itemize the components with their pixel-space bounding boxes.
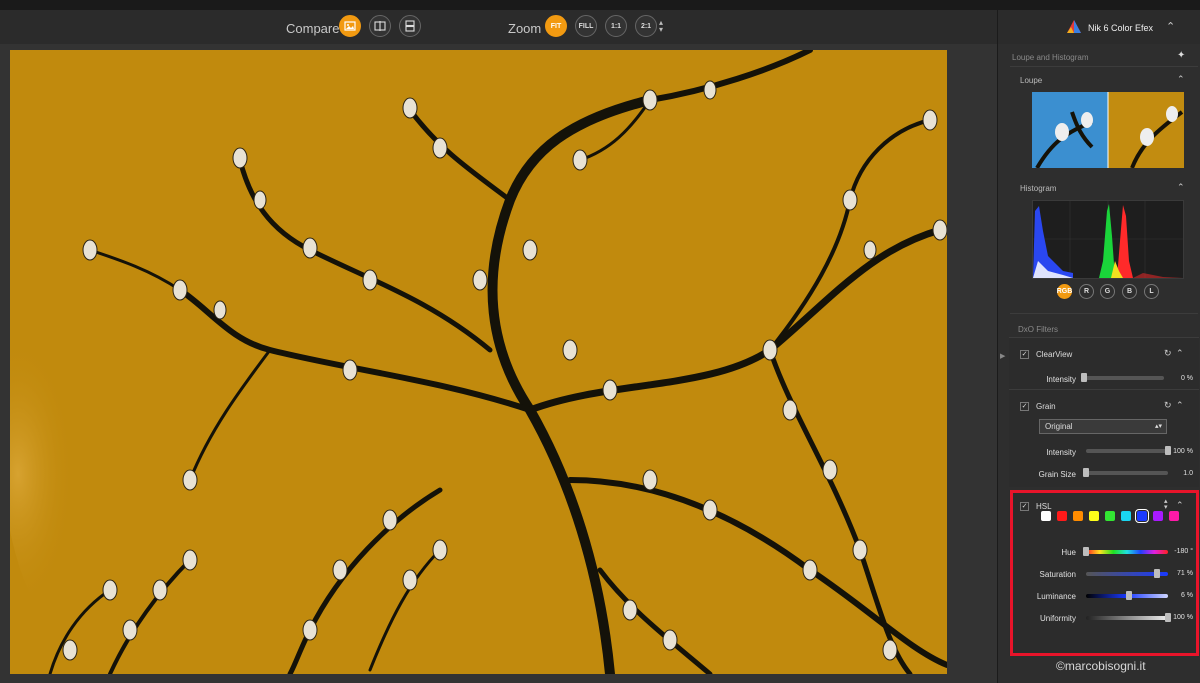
histogram (1032, 200, 1184, 279)
channel-g-button[interactable]: G (1100, 284, 1115, 299)
grain-checkbox[interactable]: ✓ (1020, 402, 1029, 411)
nik-logo-icon (1067, 20, 1081, 33)
loupe-collapse-icon[interactable]: ⌃ (1177, 74, 1185, 85)
clearview-collapse-icon[interactable]: ⌃ (1176, 348, 1184, 359)
grain-size-label: Grain Size (1038, 470, 1076, 479)
channel-r-button[interactable]: R (1079, 284, 1094, 299)
grain-reset-icon[interactable]: ↻ (1164, 400, 1172, 411)
divider (1010, 313, 1198, 314)
divider (1010, 66, 1198, 67)
channel-rgb-button[interactable]: RGB (1057, 284, 1072, 299)
toolbar: Compare Zoom FIT FILL 1:1 2:1 ▴ ▾ (0, 10, 997, 45)
slider-thumb[interactable] (1083, 468, 1089, 477)
histogram-header: Histogram (1020, 184, 1057, 193)
split-view-icon (374, 21, 386, 31)
loupe-histogram-header: Loupe and Histogram (1012, 53, 1089, 62)
preview-image (10, 50, 947, 674)
slider-thumb[interactable] (1081, 373, 1087, 382)
grain-type-dropdown[interactable]: Original ▴▾ (1039, 419, 1167, 434)
channel-b-button[interactable]: B (1122, 284, 1137, 299)
dropdown-arrows-icon: ▴▾ (1154, 423, 1162, 430)
clearview-intensity-label: Intensity (1046, 375, 1076, 384)
window-top-strip (0, 0, 1200, 10)
zoom-2-1-button[interactable]: 2:1 (635, 15, 657, 37)
clearview-checkbox[interactable]: ✓ (1020, 350, 1029, 359)
loupe-header: Loupe (1020, 76, 1043, 85)
app-name: Nik 6 Color Efex (1088, 23, 1154, 33)
tree-branches-illustration (10, 50, 947, 674)
dxo-filters-header: DxO Filters (1018, 325, 1058, 334)
zoom-1-1-button[interactable]: 1:1 (605, 15, 627, 37)
grain-size-value: 1.0 (1183, 470, 1193, 477)
image-canvas[interactable] (0, 44, 997, 683)
watermark: ©marcobisogni.it (1056, 659, 1146, 673)
clearview-intensity-slider[interactable] (1081, 373, 1164, 382)
histogram-graph (1033, 201, 1183, 278)
compare-single-view-button[interactable] (339, 15, 361, 37)
collapse-panel-icon[interactable]: ⌃ (1166, 20, 1175, 33)
grain-collapse-icon[interactable]: ⌃ (1176, 400, 1184, 411)
grain-intensity-label: Intensity (1046, 448, 1076, 457)
clearview-reset-icon[interactable]: ↻ (1164, 348, 1172, 359)
zoom-fill-button[interactable]: FILL (575, 15, 597, 37)
clearview-filter: ✓ ClearView ↻ ⌃ Intensity 0 % (1009, 337, 1199, 390)
compare-side-by-side-button[interactable] (399, 15, 421, 37)
side-by-side-icon (405, 20, 415, 32)
loupe-image-icon (1032, 92, 1184, 168)
channel-l-button[interactable]: L (1144, 284, 1159, 299)
compare-label: Compare (286, 21, 340, 36)
annotation-highlight-box (1010, 490, 1199, 656)
histogram-collapse-icon[interactable]: ⌃ (1177, 182, 1185, 193)
zoom-fit-button[interactable]: FIT (545, 15, 567, 37)
grain-title: Grain (1036, 402, 1056, 411)
grain-intensity-slider[interactable] (1086, 446, 1171, 455)
grain-filter: ✓ Grain ↻ ⌃ Intensity 100 % Grain Size 1… (1009, 389, 1199, 487)
compare-split-view-button[interactable] (369, 15, 391, 37)
grain-type-value: Original (1045, 422, 1073, 431)
single-view-icon (344, 21, 356, 31)
clearview-intensity-value: 0 % (1180, 375, 1193, 382)
grain-intensity-value: 100 % (1173, 448, 1193, 455)
clearview-title: ClearView (1036, 350, 1073, 359)
app-header: Nik 6 Color Efex ⌃ (998, 10, 1200, 44)
loupe-preview[interactable] (1032, 92, 1184, 168)
zoom-stepper-icon[interactable]: ▴ ▾ (659, 19, 663, 34)
grain-size-slider[interactable] (1083, 468, 1168, 477)
zoom-label: Zoom (508, 21, 542, 36)
expand-arrow-icon[interactable]: ▶ (1000, 352, 1005, 360)
pin-icon[interactable]: ✦ (1177, 50, 1185, 61)
